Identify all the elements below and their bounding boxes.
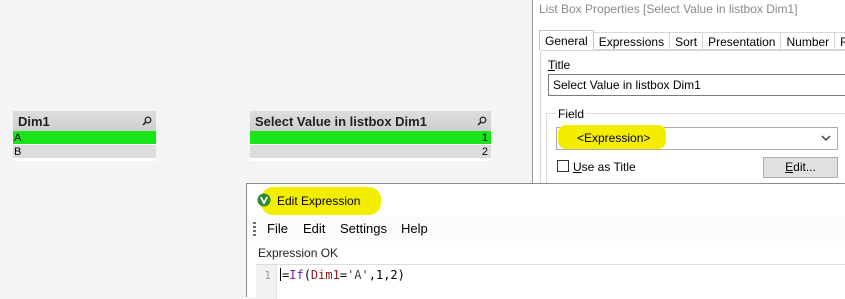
listbox-dim1[interactable]: Dim1 A B: [13, 111, 156, 161]
listbox-dim1-item-b[interactable]: B: [13, 145, 156, 159]
title-label-rest: itle: [554, 58, 571, 72]
use-as-title-label: Use as Title: [573, 160, 636, 174]
line-number-gutter: 1: [256, 265, 277, 299]
code-function: If: [289, 268, 304, 282]
listbox-select-value-title: Select Value in listbox Dim1: [255, 113, 427, 129]
menu-settings[interactable]: Settings: [340, 221, 387, 236]
qlikview-icon: [257, 193, 271, 207]
listbox-select-value-caption[interactable]: Select Value in listbox Dim1: [250, 111, 491, 131]
use-as-title-mnemonic: U: [573, 160, 582, 174]
menu-help[interactable]: Help: [401, 221, 428, 236]
expression-code[interactable]: =If(Dim1='A',1,2): [280, 268, 405, 282]
search-icon[interactable]: [142, 116, 152, 126]
title-label-mnemonic: T: [548, 58, 555, 72]
expression-code-editor[interactable]: 1 =If(Dim1='A',1,2): [256, 264, 845, 299]
code-field: Dim1: [310, 268, 340, 282]
code-rest: ,1,2): [368, 268, 405, 282]
listbox-select-value-item-2[interactable]: 2: [250, 145, 491, 159]
text-caret: [280, 268, 281, 281]
chevron-down-icon[interactable]: [821, 135, 831, 142]
edit-expression-title: Edit Expression: [277, 194, 361, 208]
listbox-dim1-caption[interactable]: Dim1: [13, 111, 156, 131]
tab-expressions[interactable]: Expressions: [593, 32, 671, 50]
listbox-select-value-item-1[interactable]: 1: [250, 131, 491, 145]
tab-number[interactable]: Number: [781, 32, 836, 50]
edit-button[interactable]: Edit...: [763, 157, 838, 178]
code-open: (: [303, 268, 311, 282]
code-string: 'A': [347, 268, 369, 282]
line-number: 1: [264, 269, 271, 282]
tab-general[interactable]: General: [539, 30, 594, 50]
listbox-select-value[interactable]: Select Value in listbox Dim1 1 2: [250, 111, 491, 161]
menu-edit[interactable]: Edit: [303, 221, 325, 236]
title-input[interactable]: Select Value in listbox Dim1: [548, 74, 845, 96]
menu-bar: File Edit Settings Help: [247, 217, 845, 241]
search-icon[interactable]: [477, 116, 487, 126]
tab-sort[interactable]: Sort: [670, 32, 704, 50]
use-as-title-checkbox[interactable]: [557, 160, 569, 172]
tab-presentation[interactable]: Presentation: [703, 32, 782, 50]
properties-dialog-title: List Box Properties [Select Value in lis…: [539, 2, 798, 16]
toolbar-grip-icon[interactable]: [253, 222, 256, 236]
title-label: Title: [548, 58, 570, 72]
listbox-dim1-title: Dim1: [18, 113, 50, 129]
use-as-title-rest: se as Title: [581, 160, 636, 174]
tab-font[interactable]: Font: [835, 32, 845, 50]
listbox-dim1-item-a[interactable]: A: [13, 131, 156, 145]
edit-button-mnemonic: E: [785, 160, 794, 174]
expression-status: Expression OK: [258, 246, 339, 260]
edit-expression-titlebar[interactable]: Edit Expression: [247, 184, 845, 217]
code-equals: =: [339, 268, 348, 282]
edit-button-rest: dit...: [793, 160, 816, 174]
properties-tabs: General Expressions Sort Presentation Nu…: [539, 30, 845, 50]
menu-file[interactable]: File: [267, 221, 288, 236]
field-select-value: <Expression>: [577, 131, 651, 145]
field-group-label: Field: [556, 107, 587, 121]
edit-expression-window: Edit Expression File Edit Settings Help …: [246, 183, 845, 299]
